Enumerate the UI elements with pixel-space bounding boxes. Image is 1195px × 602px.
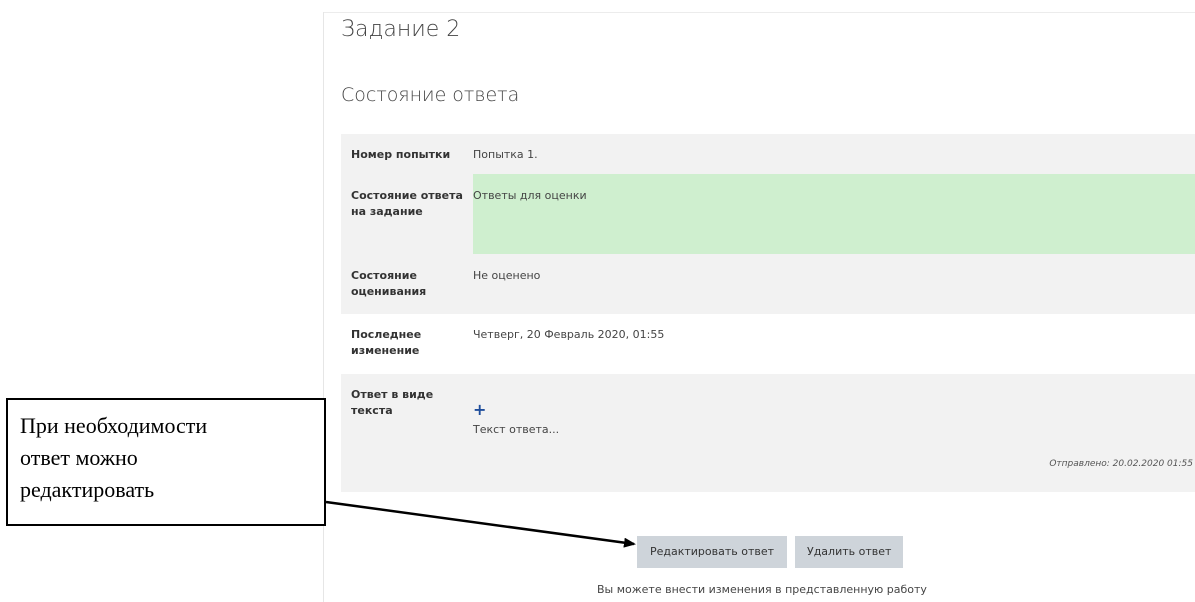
row-value-online-text: + Текст ответа... Отправлено: 20.02.2020… (473, 374, 1195, 492)
delete-submission-button[interactable]: Удалить ответ (795, 536, 903, 568)
table-row-grading-status: Состояние оценивания Не оценено (341, 254, 1195, 314)
row-value: Не оценено (473, 269, 541, 282)
table-row-last-modified: Последнее изменение Четверг, 20 Февраль … (341, 314, 1195, 374)
callout-line: При необходимости (20, 413, 208, 438)
edit-submission-button[interactable]: Редактировать ответ (637, 536, 787, 568)
header-divider (324, 12, 1195, 13)
answer-text-preview: Текст ответа... (473, 423, 560, 436)
section-title: Состояние ответа (341, 84, 520, 106)
row-label: Ответ в виде текста (351, 388, 434, 417)
table-row-online-text: Ответ в виде текста + Текст ответа... От… (341, 374, 1195, 492)
assignment-page: Задание 2 Состояние ответа Номер попытки… (0, 0, 1195, 602)
row-label: Состояние ответа на задание (351, 189, 463, 218)
submitted-timestamp: Отправлено: 20.02.2020 01:55 (1049, 459, 1193, 469)
edit-hint-text: Вы можете внести изменения в представлен… (597, 583, 927, 596)
row-label: Номер попытки (351, 148, 451, 161)
table-row-submission-status: Состояние ответа на задание Ответы для о… (341, 174, 1195, 254)
row-value-submitted: Ответы для оценки (473, 174, 1195, 254)
table-row-attempt: Номер попытки Попытка 1. (341, 134, 1195, 174)
row-value: Четверг, 20 Февраль 2020, 01:55 (473, 328, 665, 341)
callout-line: редактировать (20, 477, 155, 502)
plus-icon[interactable]: + (473, 402, 486, 418)
row-label: Последнее изменение (351, 328, 422, 357)
row-label: Состояние оценивания (351, 269, 427, 298)
annotation-callout: При необходимости ответ можно редактиров… (6, 398, 326, 526)
page-title: Задание 2 (341, 17, 461, 42)
submission-status-table: Номер попытки Попытка 1. Состояние ответ… (341, 134, 1195, 492)
row-value: Попытка 1. (473, 148, 538, 161)
callout-line: ответ можно (20, 445, 138, 470)
